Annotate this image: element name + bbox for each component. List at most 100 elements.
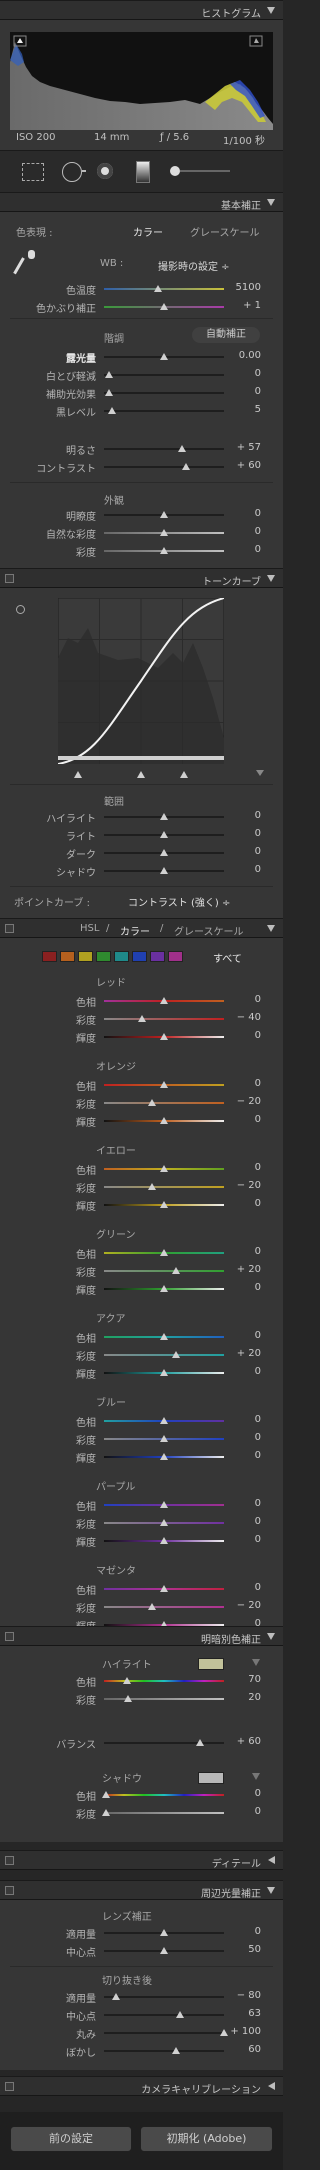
shadows-swatch-arrow-icon[interactable]: [252, 1773, 260, 1780]
histogram-header[interactable]: ヒストグラム: [0, 0, 283, 20]
treatment-grayscale-option[interactable]: グレースケール: [190, 224, 260, 239]
calibration-header[interactable]: カメラキャリブレーション: [0, 2076, 283, 2096]
crop-slider-3-handle[interactable]: [172, 2047, 180, 2054]
hsl-orange-2-value[interactable]: 0: [255, 1114, 261, 1125]
wb-select[interactable]: 撮影時の設定 ÷: [158, 258, 230, 273]
tone-slider-2-value[interactable]: 0: [255, 386, 261, 397]
hsl-orange-1-value[interactable]: − 20: [237, 1096, 261, 1107]
crop-slider-2-value[interactable]: + 100: [230, 2026, 261, 2037]
red-eye-icon[interactable]: [97, 163, 113, 179]
hsl-yellow-0-handle[interactable]: [160, 1165, 168, 1172]
hsl-yellow-2-value[interactable]: 0: [255, 1198, 261, 1209]
hsl-blue-2-handle[interactable]: [160, 1453, 168, 1460]
hsl-green-2-handle[interactable]: [160, 1285, 168, 1292]
hsl-red-2-value[interactable]: 0: [255, 1030, 261, 1041]
basic-header[interactable]: 基本補正: [0, 192, 283, 212]
crop-slider-2-track[interactable]: [104, 2032, 224, 2034]
presence-slider-2-value[interactable]: 0: [255, 544, 261, 555]
hsl-purple-0-handle[interactable]: [160, 1501, 168, 1508]
tone-curve-graph[interactable]: [58, 598, 224, 764]
hsl-green-1-value[interactable]: + 20: [237, 1264, 261, 1275]
crop-slider-3-value[interactable]: 60: [248, 2044, 261, 2055]
hsl-yellow-1-handle[interactable]: [148, 1183, 156, 1190]
curve-split-handle-3[interactable]: [180, 771, 188, 778]
curve-split-handle-2[interactable]: [137, 771, 145, 778]
panel-switch-icon[interactable]: [5, 1632, 14, 1641]
split-balance-track[interactable]: [104, 1742, 224, 1744]
presence-slider-0-handle[interactable]: [160, 511, 168, 518]
hsl-header[interactable]: HSL / カラー / グレースケール: [0, 918, 283, 938]
hsl-green-2-value[interactable]: 0: [255, 1282, 261, 1293]
crop-slider-1-handle[interactable]: [175, 2011, 184, 2018]
hsl-purple-1-handle[interactable]: [160, 1519, 168, 1526]
brightness-slider-0-track[interactable]: [104, 448, 224, 450]
presence-slider-2-handle[interactable]: [160, 547, 168, 554]
hsl-aqua-1-handle[interactable]: [172, 1351, 180, 1358]
presence-slider-0-value[interactable]: 0: [255, 508, 261, 519]
hsl-magenta-0-handle[interactable]: [160, 1585, 168, 1592]
lens-slider-0-value[interactable]: 0: [255, 1926, 261, 1937]
all-label[interactable]: すべて: [213, 950, 242, 965]
split-sh-slider-1-value[interactable]: 0: [255, 1806, 261, 1817]
brightness-slider-0-handle[interactable]: [178, 445, 186, 452]
previous-settings-button[interactable]: 前の設定: [10, 2126, 132, 2152]
crop-tool-icon[interactable]: [22, 163, 44, 181]
wb-slider-0-track[interactable]: [104, 288, 224, 290]
crop-slider-2-handle[interactable]: [220, 2029, 228, 2036]
hsl-orange-0-value[interactable]: 0: [255, 1078, 261, 1089]
hsl-blue-1-value[interactable]: 0: [255, 1432, 261, 1443]
wb-slider-0-handle[interactable]: [154, 285, 162, 292]
split-hi-slider-0-value[interactable]: 70: [248, 1674, 261, 1685]
split-sh-slider-0-handle[interactable]: [102, 1791, 111, 1798]
brightness-slider-0-value[interactable]: + 57: [237, 442, 261, 453]
crop-slider-0-value[interactable]: − 80: [237, 1990, 261, 2001]
hsl-blue-1-handle[interactable]: [160, 1435, 168, 1442]
tone-slider-3-handle[interactable]: [108, 407, 117, 414]
curve-expand-icon[interactable]: [256, 770, 264, 776]
hsl-magenta-0-value[interactable]: 0: [255, 1582, 261, 1593]
treatment-color-option[interactable]: カラー: [133, 224, 163, 239]
brightness-slider-1-track[interactable]: [104, 466, 224, 468]
hsl-aqua-2-handle[interactable]: [160, 1369, 168, 1376]
hsl-green-1-track[interactable]: [104, 1270, 224, 1272]
collapse-triangle-icon[interactable]: [267, 1887, 275, 1894]
curve-slider-3-value[interactable]: 0: [255, 864, 261, 875]
crop-slider-0-handle[interactable]: [112, 1993, 120, 2000]
hsl-yellow-0-value[interactable]: 0: [255, 1162, 261, 1173]
hsl-green-0-value[interactable]: 0: [255, 1246, 261, 1257]
hsl-red-2-handle[interactable]: [160, 1033, 168, 1040]
color-swatch-5[interactable]: [132, 951, 147, 962]
reset-button[interactable]: 初期化 (Adobe): [140, 2126, 273, 2152]
collapse-triangle-icon[interactable]: [267, 7, 275, 14]
split-sh-slider-1-handle[interactable]: [102, 1809, 111, 1816]
tone-slider-1-value[interactable]: 0: [255, 368, 261, 379]
hsl-yellow-2-handle[interactable]: [160, 1201, 168, 1208]
highlights-swatch-arrow-icon[interactable]: [252, 1659, 260, 1666]
hsl-blue-0-value[interactable]: 0: [255, 1414, 261, 1425]
hsl-blue-0-handle[interactable]: [160, 1417, 168, 1424]
hsl-purple-2-value[interactable]: 0: [255, 1534, 261, 1545]
collapse-triangle-icon[interactable]: [267, 575, 275, 582]
tone-slider-2-handle[interactable]: [104, 389, 113, 396]
presence-slider-1-handle[interactable]: [160, 529, 168, 536]
hsl-orange-2-handle[interactable]: [160, 1117, 168, 1124]
effects-header[interactable]: 周辺光量補正: [0, 1880, 283, 1900]
hsl-orange-0-handle[interactable]: [160, 1081, 168, 1088]
point-curve-select[interactable]: コントラスト (強く) ÷: [128, 894, 230, 909]
tone-slider-1-track[interactable]: [104, 374, 224, 376]
hsl-orange-1-handle[interactable]: [148, 1099, 156, 1106]
lens-slider-1-value[interactable]: 50: [248, 1944, 261, 1955]
presence-slider-1-value[interactable]: 0: [255, 526, 261, 537]
spot-removal-icon[interactable]: [62, 162, 82, 182]
panel-switch-icon[interactable]: [5, 2082, 14, 2091]
curve-slider-3-handle[interactable]: [160, 867, 168, 874]
hsl-aqua-0-handle[interactable]: [160, 1333, 168, 1340]
wb-eyedropper-icon[interactable]: [13, 250, 40, 278]
color-swatch-6[interactable]: [150, 951, 165, 962]
hsl-orange-1-track[interactable]: [104, 1102, 224, 1104]
hsl-magenta-1-track[interactable]: [104, 1606, 224, 1608]
split-sh-slider-1-track[interactable]: [104, 1812, 224, 1814]
wb-slider-0-value[interactable]: 5100: [236, 282, 261, 293]
split-sh-slider-0-track[interactable]: [104, 1794, 224, 1796]
tone-slider-1-handle[interactable]: [104, 371, 113, 378]
